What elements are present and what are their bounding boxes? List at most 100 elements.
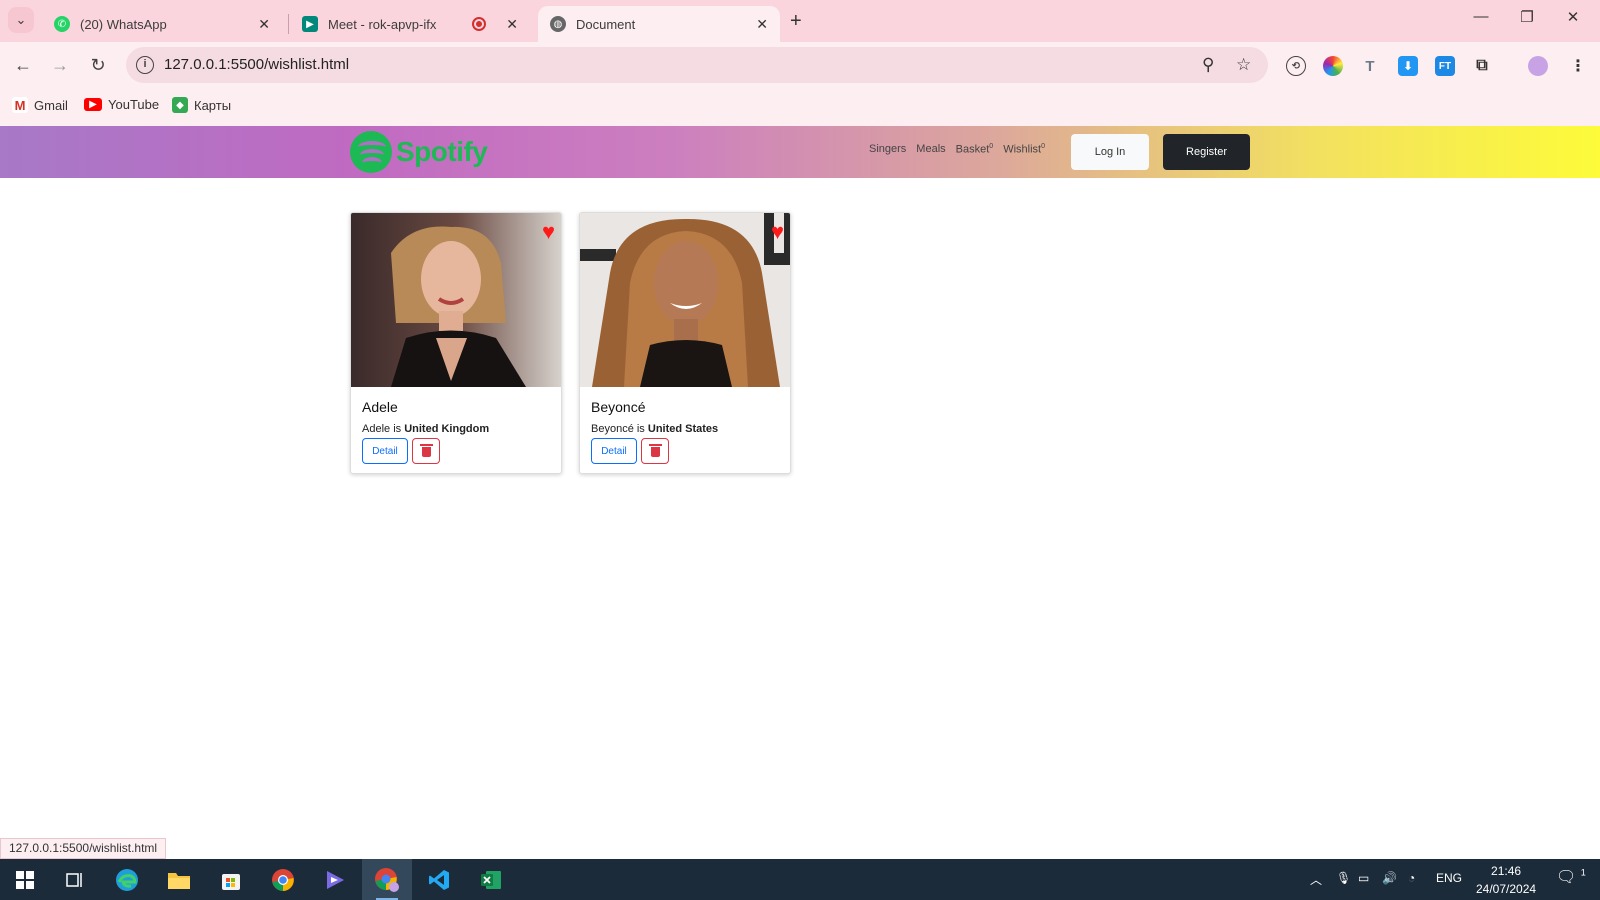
vscode-icon <box>429 869 449 890</box>
taskbar-store[interactable] <box>206 859 256 900</box>
close-icon[interactable]: ✕ <box>258 16 270 33</box>
wifi-icon[interactable]: ◔ <box>1408 871 1415 885</box>
taskbar-file-explorer[interactable] <box>154 859 204 900</box>
chevron-down-icon: ⌄ <box>15 12 27 27</box>
singer-description: Beyoncé is United States <box>591 423 718 435</box>
restore-icon: ❐ <box>1520 9 1534 26</box>
battery-icon[interactable]: ▭ <box>1358 871 1369 885</box>
chrome-icon <box>272 868 294 891</box>
tab-separator <box>288 14 289 34</box>
reload-button[interactable]: ↻ <box>86 53 110 77</box>
bookmark-youtube[interactable]: ▶ YouTube <box>84 97 159 112</box>
task-view-button[interactable] <box>50 859 100 900</box>
heart-icon[interactable]: ♥ <box>542 221 555 243</box>
notification-button[interactable]: 🗨 1 <box>1556 867 1586 887</box>
close-window-button[interactable]: ✕ <box>1550 8 1596 26</box>
address-bar[interactable]: i 127.0.0.1:5500/wishlist.html ⚲ ☆ <box>126 47 1268 83</box>
site-header: Spotify Singers Meals Basket0 Wishlist0 … <box>0 126 1600 178</box>
detail-button[interactable]: Detail <box>591 438 637 464</box>
extension-loop-icon[interactable]: ⟲ <box>1286 56 1306 76</box>
trash-icon <box>648 444 662 457</box>
nav-wishlist-label: Wishlist <box>1003 143 1042 156</box>
tab-meet[interactable]: ▶ Meet - rok-apvp-ifx ✕ <box>290 6 530 42</box>
delete-button[interactable] <box>641 438 669 464</box>
folder-icon <box>168 872 190 889</box>
star-bookmark-icon[interactable]: ☆ <box>1236 55 1251 75</box>
tab-whatsapp[interactable]: ✆ (20) WhatsApp ✕ <box>42 6 282 42</box>
tab-title: Document <box>576 16 636 32</box>
bookmark-maps[interactable]: ◆ Карты <box>172 97 231 113</box>
singer-card-beyonce: ♥ Beyoncé Beyoncé is United States Detai… <box>579 212 791 474</box>
video-app-icon <box>327 870 344 889</box>
bookmark-gmail[interactable]: M Gmail <box>12 97 68 113</box>
url-text[interactable]: 127.0.0.1:5500/wishlist.html <box>164 56 349 73</box>
close-icon[interactable]: ✕ <box>506 16 518 33</box>
taskbar-edge[interactable] <box>102 859 152 900</box>
puzzle-extensions-icon[interactable]: ⧉ <box>1472 56 1492 76</box>
taskbar-chrome[interactable] <box>258 859 308 900</box>
tab-search-button[interactable]: ⌄ <box>8 7 34 33</box>
color-picker-extension-icon[interactable] <box>1323 56 1343 76</box>
singer-description: Adele is United Kingdom <box>362 423 489 435</box>
minimize-button[interactable]: — <box>1458 8 1504 25</box>
clock-date: 24/07/2024 <box>1476 882 1537 896</box>
taskbar-excel[interactable] <box>466 859 516 900</box>
clock-time: 21:46 <box>1491 864 1522 878</box>
ft-extension-icon[interactable]: FT <box>1435 56 1455 76</box>
new-tab-button[interactable]: + <box>790 10 802 33</box>
chevron-up-icon[interactable]: ︿ <box>1310 871 1322 888</box>
store-icon <box>222 873 240 890</box>
profile-avatar[interactable] <box>1528 56 1548 76</box>
login-button[interactable]: Log In <box>1071 134 1149 170</box>
globe-icon: ◍ <box>550 16 566 32</box>
language-indicator[interactable]: ENG <box>1436 871 1462 885</box>
taskbar-meet-app[interactable] <box>310 859 360 900</box>
back-button[interactable]: ← <box>11 53 35 77</box>
clock[interactable]: 21:46 24/07/2024 <box>1476 862 1536 898</box>
site-info-icon[interactable]: i <box>136 56 154 74</box>
singer-country: United Kingdom <box>404 423 490 435</box>
start-button[interactable] <box>0 859 50 900</box>
plus-icon: + <box>790 10 802 32</box>
detail-button[interactable]: Detail <box>362 438 408 464</box>
minimize-icon: — <box>1473 8 1489 25</box>
taskbar-chrome-profile[interactable] <box>362 859 412 900</box>
singer-photo <box>580 213 790 387</box>
nav-basket[interactable]: Basket0 <box>956 143 994 156</box>
bookmark-label: Карты <box>194 97 232 113</box>
download-extension-icon[interactable]: ⬇ <box>1398 56 1418 76</box>
nav-wishlist[interactable]: Wishlist0 <box>1003 143 1045 156</box>
singer-name: Adele <box>362 399 398 415</box>
arrow-right-icon: → <box>51 55 69 75</box>
gmail-icon: M <box>12 97 28 113</box>
zoom-icon[interactable]: ⚲ <box>1202 55 1214 75</box>
nav-singers[interactable]: Singers <box>869 143 906 156</box>
task-view-icon <box>66 872 82 887</box>
kebab-menu-icon[interactable]: ⋮ <box>1568 56 1588 76</box>
reload-icon: ↻ <box>90 55 106 75</box>
close-icon: ✕ <box>1566 9 1580 26</box>
spotify-logo[interactable]: Spotify <box>350 131 488 173</box>
delete-button[interactable] <box>412 438 440 464</box>
basket-count-badge: 0 <box>989 143 994 150</box>
singer-card-adele: ♥ Adele Adele is United Kingdom Detail <box>350 212 562 474</box>
nav-meals[interactable]: Meals <box>916 143 945 156</box>
wishlist-count-badge: 0 <box>1041 143 1045 150</box>
heart-icon[interactable]: ♥ <box>771 221 784 243</box>
forward-button[interactable]: → <box>48 53 72 77</box>
description-prefix: Adele is <box>362 423 405 435</box>
restore-button[interactable]: ❐ <box>1504 8 1550 26</box>
speaker-icon[interactable]: 🔊 <box>1382 871 1397 885</box>
tab-document[interactable]: ◍ Document ✕ <box>538 6 780 42</box>
recording-icon <box>472 17 487 31</box>
youtube-icon: ▶ <box>84 98 102 111</box>
tab-title: Meet - rok-apvp-ifx <box>328 16 437 32</box>
register-button[interactable]: Register <box>1163 134 1250 170</box>
close-icon[interactable]: ✕ <box>756 16 768 33</box>
microphone-icon[interactable]: 🎙 <box>1336 871 1351 885</box>
notification-icon: 🗨 <box>1556 869 1577 886</box>
text-extension-icon[interactable]: T <box>1360 56 1380 76</box>
maps-icon: ◆ <box>172 97 188 113</box>
taskbar-vscode[interactable] <box>414 859 464 900</box>
bookmark-label: YouTube <box>108 97 160 112</box>
